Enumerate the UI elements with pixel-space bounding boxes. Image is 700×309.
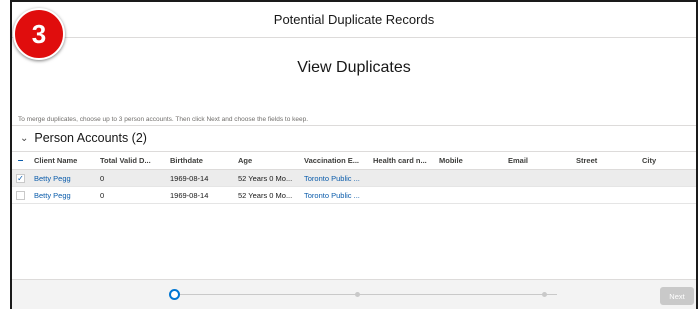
step-number: 3 — [31, 18, 47, 49]
table-header-row: – Client Name Total Valid D... Birthdate… — [12, 151, 696, 170]
column-header-age[interactable]: Age — [238, 152, 304, 169]
modal-title: Potential Duplicate Records — [273, 12, 435, 27]
table-row[interactable]: Betty Pegg 0 1969-08-14 52 Years 0 Mo...… — [12, 187, 696, 204]
section-toggle-person-accounts[interactable]: ⌄ Person Accounts (2) — [20, 129, 147, 147]
vaccination-link[interactable]: Toronto Public ... — [304, 170, 372, 186]
column-header-street[interactable]: Street — [576, 152, 636, 169]
divider — [12, 125, 696, 126]
birthdate-value: 1969-08-14 — [170, 190, 209, 200]
chevron-down-icon: ⌄ — [20, 132, 29, 144]
age-value: 52 Years 0 Mo... — [238, 173, 293, 183]
row-checkbox-unchecked[interactable] — [16, 191, 25, 200]
modal-subheader: View Duplicates — [12, 38, 696, 98]
column-header-mobile[interactable]: Mobile — [439, 152, 489, 169]
step-number-badge: 3 — [13, 8, 65, 60]
total-valid-value: 0 — [100, 190, 105, 200]
column-header-client-name[interactable]: Client Name — [34, 152, 94, 169]
street-value — [576, 170, 636, 186]
row-checkbox-checked[interactable]: ✓ — [16, 174, 25, 183]
modal-frame: Potential Duplicate Records View Duplica… — [10, 0, 698, 309]
column-header-city[interactable]: City — [642, 152, 682, 169]
column-header-birthdate[interactable]: Birthdate — [170, 152, 230, 169]
health-card-value — [373, 170, 437, 186]
city-value — [642, 170, 682, 186]
select-all-checkbox[interactable]: – — [16, 155, 25, 165]
column-header-email[interactable]: Email — [508, 152, 558, 169]
next-button[interactable]: Next — [660, 287, 694, 305]
page-title: View Duplicates — [297, 59, 411, 76]
client-name-link[interactable]: Betty Pegg — [34, 170, 94, 186]
progress-step-1-active — [169, 289, 180, 300]
total-valid-value: 0 — [100, 173, 105, 183]
birthdate-value: 1969-08-14 — [170, 173, 209, 183]
column-header-health-card[interactable]: Health card n... — [373, 152, 437, 169]
client-name-link[interactable]: Betty Pegg — [34, 187, 94, 203]
health-card-value — [373, 187, 437, 203]
vaccination-link[interactable]: Toronto Public ... — [304, 187, 372, 203]
modal-footer: Next — [12, 279, 696, 309]
email-value — [508, 187, 558, 203]
progress-step-2 — [355, 292, 360, 297]
modal-header: Potential Duplicate Records — [12, 2, 696, 38]
mobile-value — [439, 170, 489, 186]
email-value — [508, 170, 558, 186]
section-label: Person Accounts (2) — [34, 131, 147, 145]
duplicates-table: – Client Name Total Valid D... Birthdate… — [12, 151, 696, 204]
street-value — [576, 187, 636, 203]
mobile-value — [439, 187, 489, 203]
progress-track — [177, 294, 557, 295]
merge-instructions: To merge duplicates, choose up to 3 pers… — [18, 116, 309, 123]
table-row[interactable]: ✓ Betty Pegg 0 1969-08-14 52 Years 0 Mo.… — [12, 170, 696, 187]
age-value: 52 Years 0 Mo... — [238, 190, 293, 200]
progress-step-3 — [542, 292, 547, 297]
city-value — [642, 187, 682, 203]
column-header-vaccination[interactable]: Vaccination E... — [304, 152, 372, 169]
column-header-total-valid[interactable]: Total Valid D... — [100, 152, 172, 169]
